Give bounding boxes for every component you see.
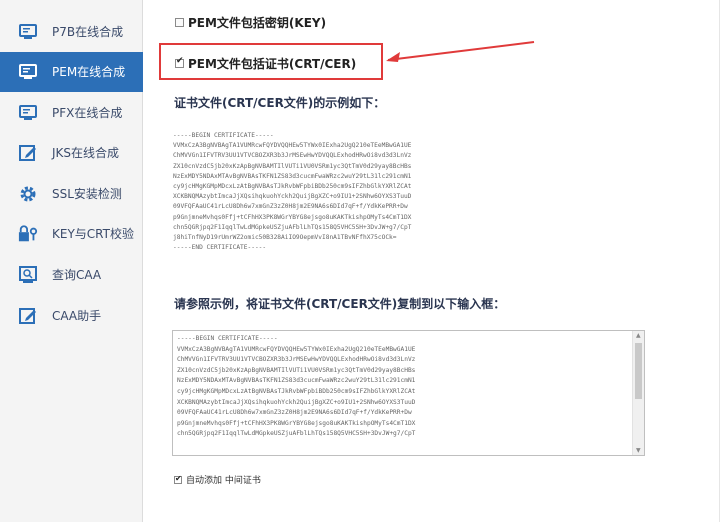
- sidebar-item-label: CAA助手: [52, 309, 102, 323]
- sidebar-item-label: 查询CAA: [52, 268, 102, 282]
- gear-icon: [18, 184, 38, 204]
- include-crt-checkbox[interactable]: [175, 56, 184, 68]
- sidebar-item-pem[interactable]: PEM在线合成: [0, 52, 143, 92]
- sidebar: P7B在线合成 PEM在线合成 PFX在线合成 JKS在线合成 SSL安装检测 …: [0, 0, 143, 522]
- sidebar-item-ssl-check[interactable]: SSL安装检测: [0, 174, 143, 214]
- include-crt-label: PEM文件包括证书(CRT/CER): [188, 57, 357, 71]
- scroll-down-icon[interactable]: ▼: [636, 447, 641, 454]
- input-title: 请参照示例，将证书文件(CRT/CER文件)复制到以下输入框：: [174, 297, 506, 311]
- pem-include-crt-option[interactable]: PEM文件包括证书(CRT/CER): [175, 55, 356, 72]
- auto-add-checkbox[interactable]: [174, 474, 182, 484]
- certificate-textarea[interactable]: -----BEGIN CERTIFICATE----- VVMxCzA3BgNV…: [172, 330, 645, 456]
- lock-icon: [18, 224, 38, 244]
- sidebar-item-jks[interactable]: JKS在线合成: [0, 133, 143, 173]
- monitor-icon: [18, 103, 38, 123]
- include-key-checkbox[interactable]: [175, 18, 184, 27]
- sidebar-item-label: KEY与CRT校验: [52, 227, 134, 241]
- sidebar-item-label: SSL安装检测: [52, 187, 122, 201]
- sample-title: 证书文件(CRT/CER文件)的示例如下：: [174, 96, 386, 110]
- auto-add-label: 自动添加 中间证书: [186, 476, 261, 486]
- auto-add-intermediate-option[interactable]: 自动添加 中间证书: [174, 473, 261, 486]
- annotation-arrow-icon: [386, 41, 535, 62]
- monitor-icon: [18, 62, 38, 82]
- sample-certificate-text: -----BEGIN CERTIFICATE----- VVMxCzA3BgNV…: [173, 132, 412, 252]
- sidebar-item-label: PFX在线合成: [52, 106, 123, 120]
- certificate-textarea-content: -----BEGIN CERTIFICATE----- VVMxCzA3BgNV…: [177, 335, 416, 438]
- sidebar-item-label: P7B在线合成: [52, 25, 124, 39]
- sidebar-item-label: JKS在线合成: [52, 146, 120, 160]
- edit-icon: [18, 306, 38, 326]
- include-key-label: PEM文件包括密钥(KEY): [188, 16, 327, 30]
- scroll-up-icon[interactable]: ▲: [636, 332, 641, 339]
- sidebar-item-pfx[interactable]: PFX在线合成: [0, 93, 143, 133]
- sidebar-item-caa-helper[interactable]: CAA助手: [0, 296, 143, 336]
- search-icon: [18, 265, 38, 285]
- scrollbar-thumb[interactable]: [635, 343, 642, 399]
- pem-include-key-option[interactable]: PEM文件包括密钥(KEY): [175, 14, 326, 31]
- sidebar-item-key-crt[interactable]: KEY与CRT校验: [0, 214, 143, 254]
- edit-icon: [18, 143, 38, 163]
- textarea-scrollbar[interactable]: ▲ ▼: [632, 331, 644, 455]
- sidebar-item-p7b[interactable]: P7B在线合成: [0, 12, 143, 52]
- sidebar-item-query-caa[interactable]: 查询CAA: [0, 255, 143, 295]
- monitor-icon: [18, 22, 38, 42]
- sidebar-item-label: PEM在线合成: [52, 65, 126, 79]
